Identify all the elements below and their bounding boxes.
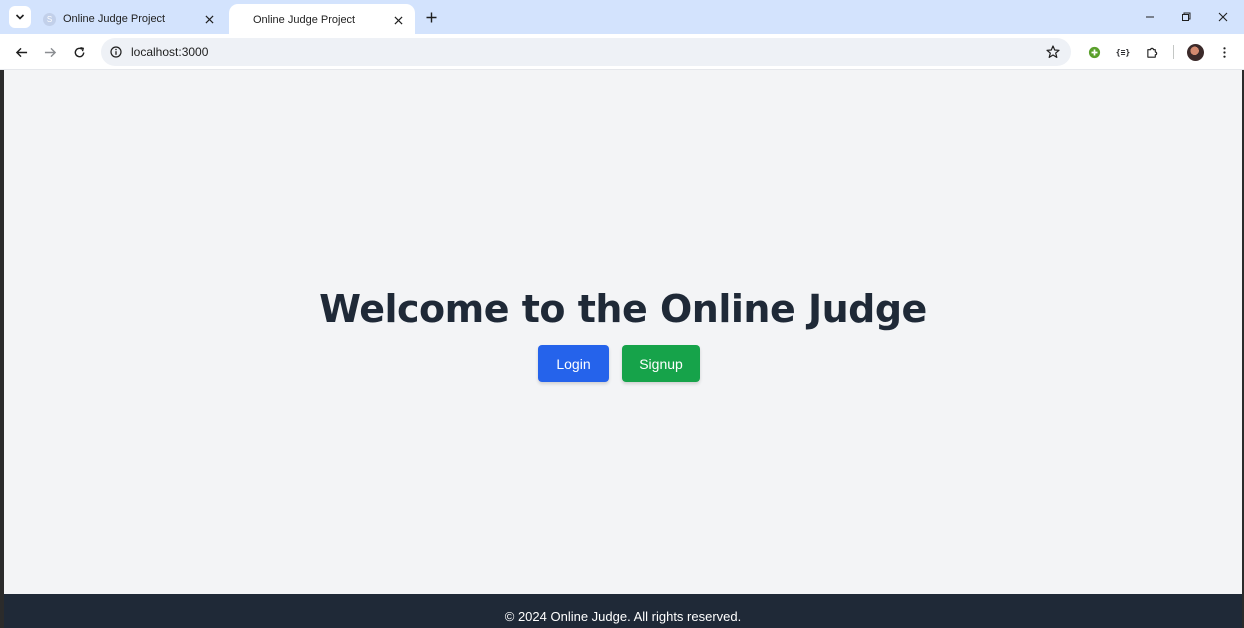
tab-close-button[interactable] xyxy=(200,10,218,28)
avatar xyxy=(1186,43,1204,61)
window-frame-left xyxy=(0,70,4,628)
arrow-right-icon xyxy=(44,47,56,57)
tab-active[interactable]: Online Judge Project xyxy=(229,4,415,36)
tab-strip: S Online Judge Project Online Judge Proj… xyxy=(0,0,1244,36)
blank-favicon-icon xyxy=(241,14,245,27)
reload-button[interactable] xyxy=(67,40,91,64)
tab-close-button[interactable] xyxy=(389,11,407,29)
restore-button[interactable] xyxy=(1175,6,1197,28)
extension-json-button[interactable]: {≡} xyxy=(1111,40,1135,64)
page-content: Welcome to the Online Judge Login Signup xyxy=(4,71,1242,594)
close-icon xyxy=(204,14,214,24)
signup-button[interactable]: Signup xyxy=(622,345,700,382)
site-info-button[interactable] xyxy=(109,45,123,59)
footer-text: © 2024 Online Judge. All rights reserved… xyxy=(504,608,742,624)
puzzle-icon xyxy=(1146,47,1157,58)
tab-title: Online Judge Project xyxy=(253,14,356,26)
extension-green-button[interactable] xyxy=(1082,40,1106,64)
back-button[interactable] xyxy=(9,40,33,64)
restore-icon xyxy=(1182,12,1191,21)
arrow-left-icon xyxy=(15,47,27,57)
browser-window: S Online Judge Project Online Judge Proj… xyxy=(0,0,1244,628)
address-bar[interactable]: localhost:3000 xyxy=(101,38,1071,66)
close-window-button[interactable] xyxy=(1212,6,1234,28)
tab-inactive[interactable]: S Online Judge Project xyxy=(36,4,226,34)
login-button[interactable]: Login xyxy=(538,345,609,382)
page-footer: © 2024 Online Judge. All rights reserved… xyxy=(4,594,1242,628)
star-icon xyxy=(1046,45,1060,58)
new-tab-button[interactable] xyxy=(421,7,441,27)
browser-toolbar: localhost:3000 {≡} xyxy=(0,34,1244,70)
close-icon xyxy=(1218,12,1228,22)
tab-title: Online Judge Project xyxy=(63,13,166,25)
site-favicon-icon: S xyxy=(43,12,56,26)
profile-button[interactable] xyxy=(1183,40,1207,64)
close-icon xyxy=(393,15,403,25)
minimize-icon xyxy=(1146,16,1154,18)
green-plus-icon xyxy=(1088,46,1100,58)
toolbar-divider xyxy=(1173,45,1174,59)
chevron-down-icon xyxy=(15,14,25,20)
forward-button[interactable] xyxy=(38,40,62,64)
tab-search-button[interactable] xyxy=(9,6,31,28)
auth-actions: Login Signup xyxy=(4,345,1242,382)
url-text[interactable]: localhost:3000 xyxy=(131,45,1044,59)
json-icon: {≡} xyxy=(1115,47,1131,57)
extensions-button[interactable] xyxy=(1140,40,1164,64)
minimize-button[interactable] xyxy=(1139,6,1161,28)
browser-menu-button[interactable] xyxy=(1212,40,1236,64)
plus-icon xyxy=(426,12,436,22)
bookmark-button[interactable] xyxy=(1044,43,1062,61)
page-title: Welcome to the Online Judge xyxy=(319,287,927,331)
reload-icon xyxy=(74,46,84,57)
info-icon xyxy=(110,46,122,58)
kebab-menu-icon xyxy=(1222,46,1226,58)
